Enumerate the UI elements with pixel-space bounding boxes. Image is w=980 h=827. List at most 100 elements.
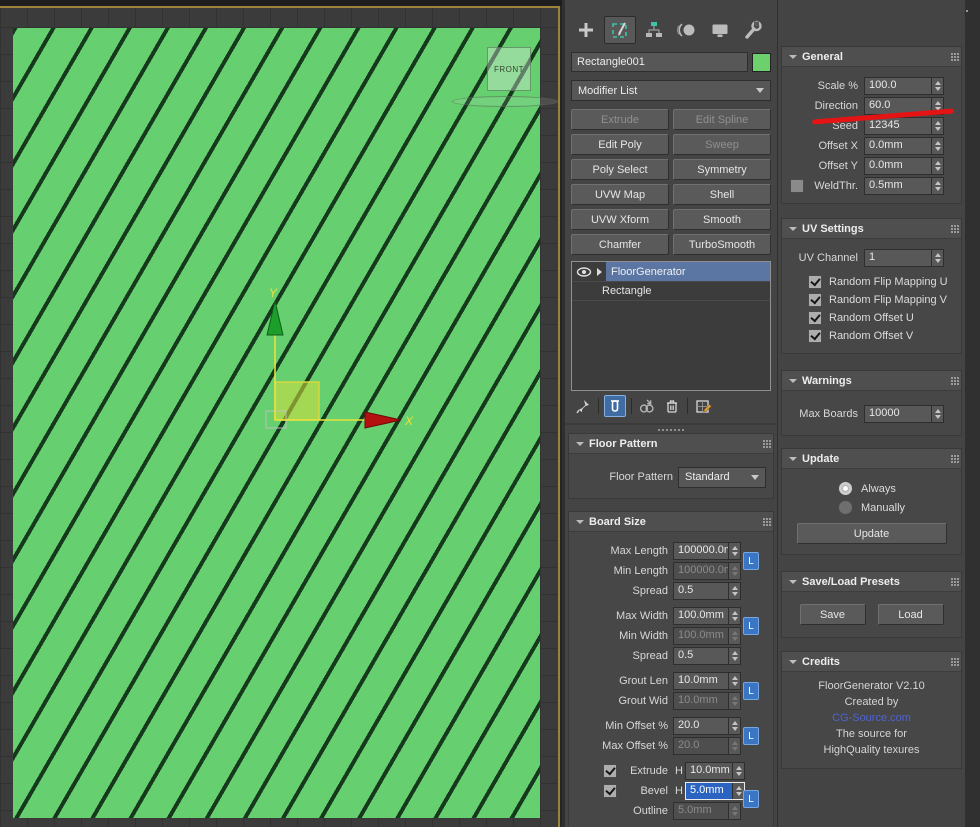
edit-poly-button[interactable]: Edit Poly bbox=[571, 134, 669, 155]
spinner[interactable] bbox=[931, 158, 943, 174]
max-width-field[interactable]: 100.0mm bbox=[673, 607, 741, 625]
spinner[interactable] bbox=[931, 250, 943, 266]
update-always-option[interactable]: Always bbox=[838, 481, 957, 496]
extrude-height-field[interactable]: 10.0mm bbox=[685, 762, 745, 780]
offset-x-field[interactable]: 0.0mm bbox=[864, 137, 944, 155]
sweep-button[interactable]: Sweep bbox=[673, 134, 771, 155]
modifier-stack-item-floorgenerator[interactable]: FloorGenerator bbox=[572, 262, 770, 282]
chamfer-button[interactable]: Chamfer bbox=[571, 234, 669, 255]
tab-hierarchy[interactable] bbox=[639, 17, 669, 43]
viewcube[interactable]: FRONT bbox=[487, 47, 531, 91]
spinner[interactable] bbox=[931, 118, 943, 134]
offset-y-field[interactable]: 0.0mm bbox=[864, 157, 944, 175]
spinner[interactable] bbox=[728, 693, 740, 709]
pin-stack-icon[interactable] bbox=[573, 396, 593, 416]
lock-length-button[interactable]: L bbox=[743, 552, 759, 570]
rollout-board-size-header[interactable]: Board Size bbox=[569, 512, 773, 532]
smooth-button[interactable]: Smooth bbox=[673, 209, 771, 230]
rollout-warnings-header[interactable]: Warnings bbox=[782, 371, 961, 391]
random-offset-v-checkbox[interactable] bbox=[808, 329, 822, 343]
update-manually-option[interactable]: Manually bbox=[838, 500, 957, 515]
random-flip-v-checkbox[interactable] bbox=[808, 293, 822, 307]
spinner[interactable] bbox=[728, 738, 740, 754]
tab-create[interactable] bbox=[571, 17, 601, 43]
radio-selected-icon[interactable] bbox=[838, 481, 853, 496]
lock-width-button[interactable]: L bbox=[743, 617, 759, 635]
gizmo-y-arrowhead[interactable] bbox=[266, 300, 284, 336]
tab-display[interactable] bbox=[705, 17, 735, 43]
max-offset-field[interactable]: 20.0 bbox=[673, 737, 741, 755]
min-length-field[interactable]: 100000.0mm bbox=[673, 562, 741, 580]
spinner[interactable] bbox=[931, 138, 943, 154]
load-button[interactable]: Load bbox=[877, 604, 944, 625]
grout-wid-field[interactable]: 10.0mm bbox=[673, 692, 741, 710]
extrude-button[interactable]: Extrude bbox=[571, 109, 669, 130]
shell-button[interactable]: Shell bbox=[673, 184, 771, 205]
edit-spline-button[interactable]: Edit Spline bbox=[673, 109, 771, 130]
rollout-splitter-grip[interactable] bbox=[658, 429, 684, 431]
spinner[interactable] bbox=[728, 628, 740, 644]
modifier-stack-item-rectangle[interactable]: Rectangle bbox=[572, 282, 770, 301]
rollout-presets-header[interactable]: Save/Load Presets bbox=[782, 572, 961, 592]
expand-arrow-icon[interactable] bbox=[597, 267, 602, 276]
tab-utilities[interactable] bbox=[738, 17, 768, 43]
spinner[interactable] bbox=[931, 78, 943, 94]
floor-pattern-dropdown[interactable]: Standard bbox=[678, 466, 766, 488]
visibility-eye-icon[interactable] bbox=[575, 265, 593, 279]
spinner[interactable] bbox=[728, 803, 740, 819]
viewcube-compass-ring[interactable] bbox=[452, 96, 558, 107]
max-boards-field[interactable]: 10000 bbox=[864, 405, 944, 423]
rollout-general-header[interactable]: General bbox=[782, 47, 961, 67]
bevel-checkbox[interactable] bbox=[603, 784, 617, 798]
seed-field[interactable]: 12345 bbox=[864, 117, 944, 135]
rollout-credits-header[interactable]: Credits bbox=[782, 652, 961, 672]
tab-motion[interactable] bbox=[672, 17, 702, 43]
uvw-map-button[interactable]: UVW Map bbox=[571, 184, 669, 205]
tab-modify[interactable] bbox=[604, 16, 636, 44]
credits-link[interactable]: CG-Source.com bbox=[782, 710, 961, 726]
random-flip-u-checkbox[interactable] bbox=[808, 275, 822, 289]
move-gizmo[interactable]: Y X bbox=[245, 285, 423, 440]
grout-len-field[interactable]: 10.0mm bbox=[673, 672, 741, 690]
spinner[interactable] bbox=[728, 608, 740, 624]
random-offset-u-checkbox[interactable] bbox=[808, 311, 822, 325]
spinner[interactable] bbox=[728, 543, 740, 559]
scale-field[interactable]: 100.0 bbox=[864, 77, 944, 95]
lock-offset-button[interactable]: L bbox=[743, 727, 759, 745]
spinner[interactable] bbox=[931, 406, 943, 422]
outline-field[interactable]: 5.0mm bbox=[673, 802, 741, 820]
spinner[interactable] bbox=[728, 563, 740, 579]
object-color-swatch[interactable] bbox=[752, 52, 771, 72]
min-offset-field[interactable]: 20.0 bbox=[673, 717, 741, 735]
length-spread-field[interactable]: 0.5 bbox=[673, 582, 741, 600]
turbosmooth-button[interactable]: TurboSmooth bbox=[673, 234, 771, 255]
width-spread-field[interactable]: 0.5 bbox=[673, 647, 741, 665]
spinner[interactable] bbox=[728, 718, 740, 734]
object-name-field[interactable]: Rectangle001 bbox=[571, 52, 748, 72]
viewport-front[interactable]: FRONT Y X bbox=[0, 0, 562, 827]
show-end-result-icon[interactable] bbox=[604, 395, 626, 417]
poly-select-button[interactable]: Poly Select bbox=[571, 159, 669, 180]
extrude-checkbox[interactable] bbox=[603, 764, 617, 778]
rollout-floor-pattern-header[interactable]: Floor Pattern bbox=[569, 434, 773, 454]
make-unique-icon[interactable] bbox=[637, 396, 657, 416]
configure-modifier-sets-icon[interactable] bbox=[693, 396, 713, 416]
gizmo-xy-plane-handle[interactable] bbox=[274, 381, 320, 421]
bevel-height-field[interactable]: 5.0mm bbox=[685, 782, 745, 800]
weld-threshold-checkbox[interactable] bbox=[790, 179, 804, 193]
min-width-field[interactable]: 100.0mm bbox=[673, 627, 741, 645]
symmetry-button[interactable]: Symmetry bbox=[673, 159, 771, 180]
lock-grout-button[interactable]: L bbox=[743, 682, 759, 700]
spinner[interactable] bbox=[728, 673, 740, 689]
spinner[interactable] bbox=[728, 583, 740, 599]
remove-modifier-icon[interactable] bbox=[662, 396, 682, 416]
gizmo-x-arrowhead[interactable] bbox=[364, 411, 402, 429]
uv-channel-field[interactable]: 1 bbox=[864, 249, 944, 267]
modifier-list-dropdown[interactable]: Modifier List bbox=[571, 80, 771, 101]
update-button[interactable]: Update bbox=[796, 523, 947, 544]
spinner[interactable] bbox=[732, 763, 744, 779]
radio-icon[interactable] bbox=[838, 500, 853, 515]
spinner[interactable] bbox=[931, 178, 943, 194]
uvw-xform-button[interactable]: UVW Xform bbox=[571, 209, 669, 230]
weld-threshold-field[interactable]: 0.5mm bbox=[864, 177, 944, 195]
